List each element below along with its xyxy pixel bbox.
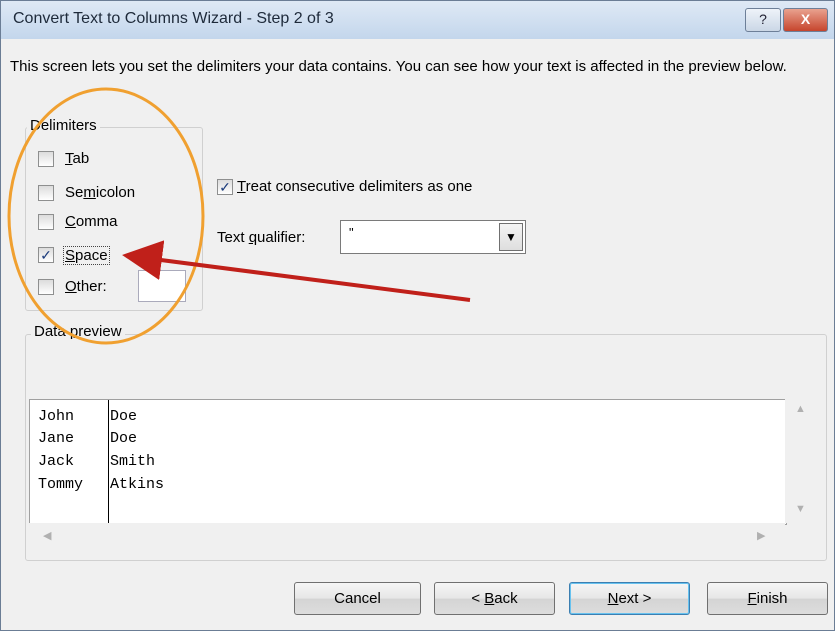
annotation-arrow (122, 240, 471, 302)
highlight-ellipse (7, 87, 205, 345)
annotation-overlay (7, 87, 471, 345)
